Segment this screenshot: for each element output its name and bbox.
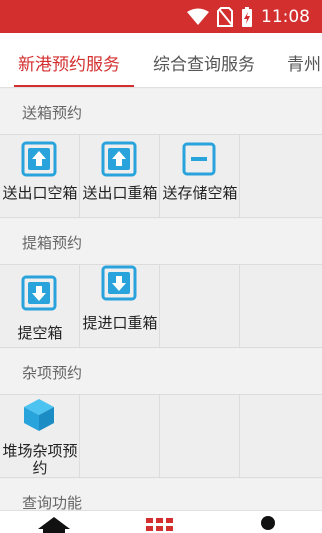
active-tab-indicator <box>14 85 134 87</box>
grid-menu-icon[interactable] <box>146 517 174 533</box>
grid-item-empty <box>240 395 320 477</box>
status-bar: 11:08 <box>0 0 322 33</box>
section-title: 提箱预约 <box>22 234 83 252</box>
grid-item-empty <box>240 135 320 217</box>
download-icon <box>21 275 57 311</box>
home-icon[interactable] <box>38 517 70 533</box>
grid-item-yard-misc[interactable]: 堆场杂项预约 <box>0 395 80 477</box>
battery-icon <box>242 7 252 27</box>
tab-xingang-booking[interactable]: 新港预约服务 <box>18 50 120 75</box>
section-header-pickup: 提箱预约 <box>0 219 322 264</box>
grid-item-label: 送存储空箱 <box>162 184 238 202</box>
no-sim-icon <box>217 7 233 27</box>
wifi-icon <box>187 8 209 25</box>
clock: 11:08 <box>261 7 310 27</box>
upload-icon <box>101 141 137 177</box>
profile-icon[interactable] <box>259 514 277 532</box>
grid-item-label: 提空箱 <box>17 324 63 342</box>
grid-item-empty <box>80 395 160 477</box>
upload-icon <box>21 141 57 177</box>
grid-item-pickup-import-full[interactable]: 提进口重箱 <box>80 265 160 347</box>
section-title: 送箱预约 <box>22 104 83 122</box>
grid-item-export-full[interactable]: 送出口重箱 <box>80 135 160 217</box>
cube-icon <box>24 399 54 431</box>
grid-item-storage-empty[interactable]: 送存储空箱 <box>160 135 240 217</box>
download-icon <box>101 265 137 301</box>
grid-item-empty <box>160 395 240 477</box>
grid-item-pickup-empty[interactable]: 提空箱 <box>0 265 80 347</box>
grid-item-label: 送出口空箱 <box>2 184 78 202</box>
section-title: 杂项预约 <box>22 364 83 382</box>
minus-box-icon <box>182 142 216 176</box>
tab-qingzhou[interactable]: 青州 <box>287 50 321 75</box>
tab-general-query[interactable]: 综合查询服务 <box>153 50 255 75</box>
grid-pickup: 提空箱 提进口重箱 <box>0 264 322 348</box>
grid-item-export-empty[interactable]: 送出口空箱 <box>0 135 80 217</box>
grid-item-empty <box>240 265 320 347</box>
top-tab-bar: 新港预约服务 综合查询服务 青州 <box>0 33 322 88</box>
grid-item-label: 堆场杂项预约 <box>2 442 78 477</box>
section-header-misc: 杂项预约 <box>0 349 322 394</box>
grid-item-empty <box>160 265 240 347</box>
grid-misc: 堆场杂项预约 <box>0 394 322 478</box>
grid-delivery: 送出口空箱 送出口重箱 送存储空箱 <box>0 134 322 218</box>
bottom-nav <box>0 510 322 533</box>
grid-item-label: 提进口重箱 <box>82 314 158 332</box>
section-header-delivery: 送箱预约 <box>0 89 322 134</box>
grid-item-label: 送出口重箱 <box>82 184 158 202</box>
